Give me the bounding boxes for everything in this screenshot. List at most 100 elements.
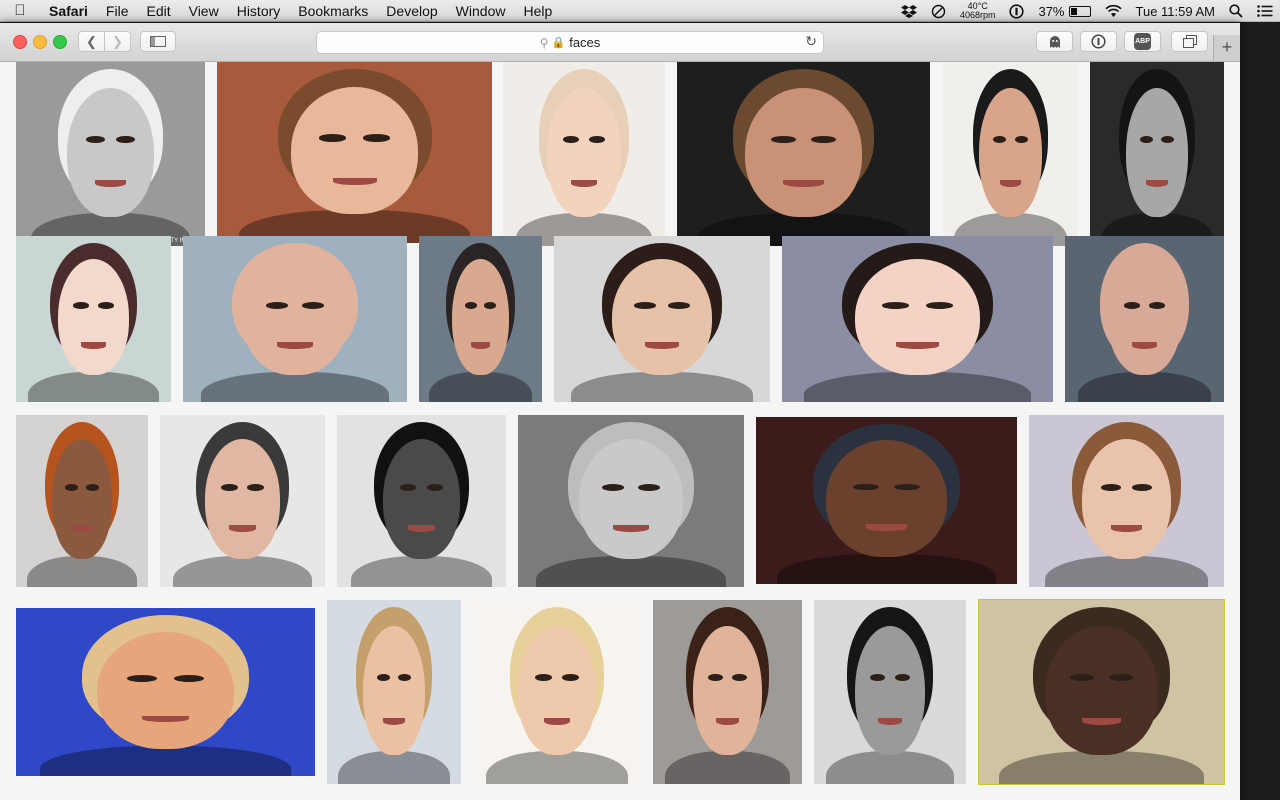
eye-shape xyxy=(562,135,580,143)
face-shape xyxy=(693,625,762,755)
face-shape xyxy=(57,259,130,376)
mouth-shape xyxy=(277,342,313,349)
battery-percent: 37% xyxy=(1038,3,1065,19)
mouth-shape xyxy=(865,523,908,531)
address-text: faces xyxy=(569,35,601,50)
image-thumbnail[interactable] xyxy=(677,62,930,246)
status-area: 40°C 4068rpm 37% Tue 11:59 AM xyxy=(894,0,1280,22)
onepassword-icon[interactable] xyxy=(1002,3,1031,19)
image-thumbnail[interactable] xyxy=(1065,236,1224,402)
shoulders-shape xyxy=(571,372,753,402)
eye-shape xyxy=(588,135,606,143)
ghostery-extension-button[interactable] xyxy=(1036,31,1073,52)
shoulders-shape xyxy=(200,372,390,402)
image-thumbnail[interactable] xyxy=(16,236,171,402)
lock-icon: 🔒 xyxy=(551,37,566,49)
onepassword-extension-button[interactable] xyxy=(1080,31,1117,52)
eye-shape xyxy=(426,483,444,491)
sidebar-toggle-button[interactable] xyxy=(140,31,176,52)
temperature-readout[interactable]: 40°C 4068rpm xyxy=(953,2,1003,20)
shoulders-shape xyxy=(350,556,493,587)
menu-view[interactable]: View xyxy=(180,3,228,19)
face-shape xyxy=(204,439,281,560)
mouth-shape xyxy=(81,342,106,349)
activity-icon[interactable] xyxy=(924,4,953,19)
info-icon xyxy=(1091,34,1106,49)
image-thumbnail[interactable] xyxy=(327,600,461,784)
eye-shape xyxy=(1139,135,1153,143)
shoulders-shape xyxy=(26,556,138,587)
image-thumbnail[interactable] xyxy=(16,415,148,587)
notification-center-icon[interactable] xyxy=(1250,5,1280,17)
face-shape xyxy=(855,259,980,376)
image-thumbnail[interactable] xyxy=(337,415,506,587)
menu-bookmarks[interactable]: Bookmarks xyxy=(289,3,377,19)
image-thumbnail[interactable] xyxy=(978,599,1225,785)
forward-button[interactable]: ❯ xyxy=(104,31,131,52)
maximize-window-button[interactable] xyxy=(53,35,67,49)
image-thumbnail[interactable] xyxy=(217,62,492,243)
eye-shape xyxy=(85,483,100,491)
back-button[interactable]: ❮ xyxy=(78,31,105,52)
shoulders-shape xyxy=(803,372,1032,402)
menu-edit[interactable]: Edit xyxy=(137,3,179,19)
eye-shape xyxy=(1123,302,1140,310)
eye-shape xyxy=(562,673,579,681)
face-shape xyxy=(1081,439,1172,560)
browser-toolbar: ❮ ❯ ⚲ 🔒 faces ↻ ABP + xyxy=(0,23,1240,62)
image-thumbnail[interactable] xyxy=(943,62,1078,246)
face-shape xyxy=(1045,625,1158,755)
abp-icon: ABP xyxy=(1134,33,1151,50)
shoulders-shape xyxy=(486,750,628,784)
image-thumbnail[interactable] xyxy=(554,236,770,402)
dropbox-icon[interactable] xyxy=(894,4,924,18)
wifi-icon[interactable] xyxy=(1098,4,1129,18)
address-bar[interactable]: ⚲ 🔒 faces ↻ xyxy=(316,31,824,54)
image-thumbnail[interactable] xyxy=(419,236,542,402)
eye-shape xyxy=(925,302,953,310)
menu-history[interactable]: History xyxy=(228,3,290,19)
minimize-window-button[interactable] xyxy=(33,35,47,49)
eye-shape xyxy=(1101,483,1121,491)
image-thumbnail[interactable] xyxy=(756,417,1017,584)
show-tabs-button[interactable] xyxy=(1171,31,1208,52)
spotlight-icon[interactable] xyxy=(1222,4,1250,18)
reload-icon[interactable]: ↻ xyxy=(805,33,817,50)
image-thumbnail[interactable] xyxy=(503,62,665,246)
sidebar-icon xyxy=(150,36,166,47)
close-window-button[interactable] xyxy=(13,35,27,49)
image-thumbnail[interactable] xyxy=(16,608,315,776)
face-shape xyxy=(612,259,712,376)
menu-app-name[interactable]: Safari xyxy=(40,3,97,19)
image-thumbnail[interactable] xyxy=(518,415,744,587)
image-thumbnail[interactable] xyxy=(814,600,966,784)
image-thumbnail[interactable] xyxy=(653,600,802,784)
face-shape xyxy=(979,87,1042,217)
image-thumbnail[interactable]: ARTHUR SASSE/ AFP/ GETTY IMAGES xyxy=(16,62,205,246)
apple-icon[interactable]:  xyxy=(0,2,40,19)
image-thumbnail[interactable] xyxy=(473,600,641,784)
image-thumbnail[interactable] xyxy=(782,236,1053,402)
face-shape xyxy=(826,440,947,558)
menu-develop[interactable]: Develop xyxy=(377,3,446,19)
image-thumbnail[interactable] xyxy=(160,415,325,587)
face-shape xyxy=(745,87,862,217)
eye-shape xyxy=(98,302,114,310)
shoulders-shape xyxy=(1077,372,1212,402)
menu-file[interactable]: File xyxy=(97,3,138,19)
image-thumbnail[interactable] xyxy=(1029,415,1224,587)
eye-shape xyxy=(221,483,238,491)
mouth-shape xyxy=(470,342,491,349)
clock[interactable]: Tue 11:59 AM xyxy=(1129,4,1223,19)
image-thumbnail[interactable] xyxy=(1090,62,1224,246)
eye-shape xyxy=(126,675,157,682)
menu-window[interactable]: Window xyxy=(447,3,515,19)
image-thumbnail[interactable] xyxy=(183,236,407,402)
adblock-plus-button[interactable]: ABP xyxy=(1124,31,1161,52)
mouth-shape xyxy=(332,177,377,186)
face-shape xyxy=(67,87,154,217)
battery-indicator[interactable]: 37% xyxy=(1031,4,1097,19)
mouth-shape xyxy=(71,525,93,532)
menu-help[interactable]: Help xyxy=(514,3,561,19)
new-tab-button[interactable]: + xyxy=(1213,35,1240,61)
